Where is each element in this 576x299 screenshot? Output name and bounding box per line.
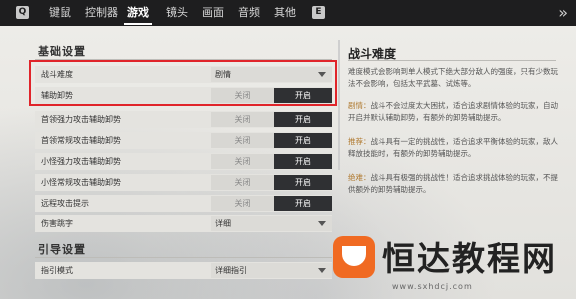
entry-text: 战斗不会过度太大困扰，适合追求剧情体验的玩家，自动开启并默认辅助卸势，有额外的卸… bbox=[348, 101, 558, 122]
panel-entry-recommended: 推荐：战斗具有一定的挑战性，适合追求平衡体验的玩家，敌人释放技能时，有额外的卸势… bbox=[348, 136, 560, 160]
dropdown-value: 详细指引 bbox=[215, 266, 247, 275]
panel-entry-hard: 绝难：战斗具有极强的挑战性！适合追求挑战体验的玩家，不提供额外的卸势辅助提示。 bbox=[348, 172, 560, 196]
tab-other[interactable]: 其他 bbox=[274, 0, 296, 26]
row-chief-strong: 首领强力攻击辅助卸势 关闭 开启 bbox=[35, 111, 332, 128]
row-label: 伤害跳字 bbox=[41, 219, 73, 228]
entry-tag: 绝难： bbox=[348, 173, 371, 182]
on-button[interactable]: 开启 bbox=[274, 196, 332, 211]
row-minion-normal: 小怪常规攻击辅助卸势 关闭 开启 bbox=[35, 174, 332, 191]
chevron-down-icon bbox=[318, 268, 326, 273]
row-label: 指引模式 bbox=[41, 266, 73, 275]
row-label: 远程攻击提示 bbox=[41, 199, 89, 208]
section-title-basic: 基础设置 bbox=[38, 45, 86, 58]
row-chief-normal: 首领常规攻击辅助卸势 关闭 开启 bbox=[35, 132, 332, 149]
off-button[interactable]: 关闭 bbox=[211, 196, 274, 211]
top-bar: Q 键鼠 控制器 游戏 镜头 画面 音频 其他 E » bbox=[0, 0, 576, 26]
chevron-down-icon bbox=[318, 221, 326, 226]
section-divider bbox=[35, 257, 332, 258]
section-title-guide: 引导设置 bbox=[38, 243, 86, 256]
tab-controller[interactable]: 控制器 bbox=[85, 0, 118, 26]
on-button[interactable]: 开启 bbox=[274, 112, 332, 127]
panel-intro: 难度模式会影响到单人模式下绝大部分敌人的强度，只有少数玩法不会影响，包括太平武墓… bbox=[348, 67, 558, 88]
off-button[interactable]: 关闭 bbox=[211, 154, 274, 169]
highlight-frame bbox=[29, 60, 337, 106]
row-damage-numbers[interactable]: 伤害跳字 详细 bbox=[35, 215, 332, 232]
off-button[interactable]: 关闭 bbox=[211, 112, 274, 127]
entry-tag: 剧情： bbox=[348, 101, 371, 110]
off-button[interactable]: 关闭 bbox=[211, 175, 274, 190]
tab-camera[interactable]: 镜头 bbox=[166, 0, 188, 26]
panel-divider bbox=[348, 60, 556, 61]
row-label: 小怪常规攻击辅助卸势 bbox=[41, 178, 121, 187]
scrollbar[interactable] bbox=[338, 40, 340, 170]
watermark-url: www.sxhdcj.com bbox=[392, 282, 473, 291]
on-button[interactable]: 开启 bbox=[274, 133, 332, 148]
entry-text: 战斗具有一定的挑战性，适合追求平衡体验的玩家，敌人释放技能时，有额外的卸势辅助提… bbox=[348, 137, 558, 158]
q-key-icon[interactable]: Q bbox=[16, 6, 29, 19]
row-label: 小怪强力攻击辅助卸势 bbox=[41, 157, 121, 166]
row-ranged-hint: 远程攻击提示 关闭 开启 bbox=[35, 195, 332, 212]
guide-mode-dropdown[interactable]: 详细指引 bbox=[211, 263, 332, 278]
entry-text: 战斗具有极强的挑战性！适合追求挑战体验的玩家，不提供额外的卸势辅助提示。 bbox=[348, 173, 558, 194]
tab-audio[interactable]: 音频 bbox=[238, 0, 260, 26]
active-tab-underline bbox=[124, 23, 152, 25]
off-button[interactable]: 关闭 bbox=[211, 133, 274, 148]
row-label: 首领常规攻击辅助卸势 bbox=[41, 136, 121, 145]
panel-entry-story: 剧情：战斗不会过度太大困扰，适合追求剧情体验的玩家，自动开启并默认辅助卸势，有额… bbox=[348, 100, 560, 124]
tab-graphics[interactable]: 画面 bbox=[202, 0, 224, 26]
on-button[interactable]: 开启 bbox=[274, 175, 332, 190]
damage-numbers-dropdown[interactable]: 详细 bbox=[211, 216, 332, 231]
entry-tag: 推荐： bbox=[348, 137, 371, 146]
row-guide-mode[interactable]: 指引模式 详细指引 bbox=[35, 262, 332, 279]
row-minion-strong: 小怪强力攻击辅助卸势 关闭 开启 bbox=[35, 153, 332, 170]
row-label: 首领强力攻击辅助卸势 bbox=[41, 115, 121, 124]
dropdown-value: 详细 bbox=[215, 219, 231, 228]
watermark-logo-icon bbox=[333, 236, 375, 278]
e-key-icon[interactable]: E bbox=[312, 6, 325, 19]
tab-keyboard-mouse[interactable]: 键鼠 bbox=[49, 0, 71, 26]
on-button[interactable]: 开启 bbox=[274, 154, 332, 169]
close-icon[interactable]: » bbox=[558, 3, 568, 22]
watermark-text: 恒达教程网 bbox=[382, 239, 557, 278]
